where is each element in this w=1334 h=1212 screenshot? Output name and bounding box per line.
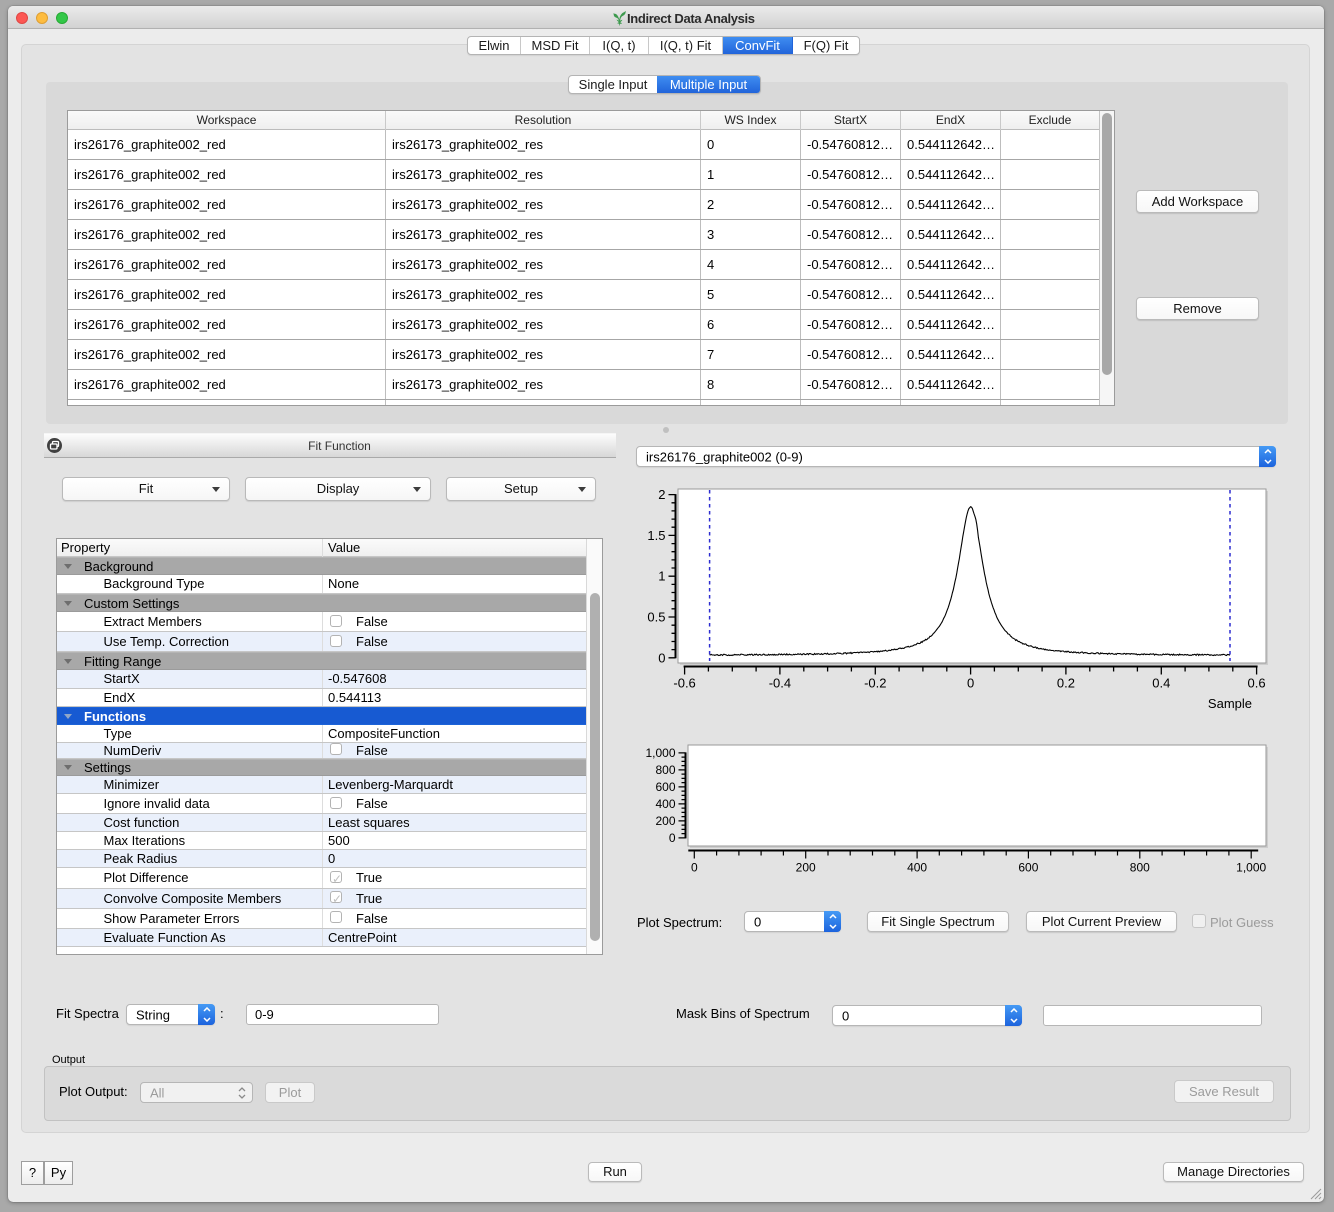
svg-text:0.2: 0.2 [1057,676,1075,691]
svg-text:600: 600 [655,780,675,794]
svg-text:0: 0 [691,861,698,875]
svg-text:1.5: 1.5 [647,528,665,543]
svg-text:200: 200 [655,814,675,828]
svg-text:0: 0 [967,676,974,691]
svg-text:200: 200 [796,861,816,875]
svg-text:-0.6: -0.6 [673,676,695,691]
svg-text:800: 800 [655,763,675,777]
svg-text:0.6: 0.6 [1248,676,1266,691]
svg-text:0: 0 [658,650,665,665]
svg-text:0: 0 [669,831,676,845]
svg-text:-0.2: -0.2 [864,676,886,691]
svg-text:1: 1 [658,569,665,584]
svg-text:800: 800 [1130,861,1150,875]
svg-text:-0.4: -0.4 [769,676,791,691]
svg-text:600: 600 [1018,861,1038,875]
svg-text:0.4: 0.4 [1152,676,1170,691]
svg-text:1,000: 1,000 [1236,861,1266,875]
svg-text:1,000: 1,000 [645,746,675,760]
svg-text:0.5: 0.5 [647,610,665,625]
svg-text:2: 2 [658,487,665,502]
svg-text:Sample: Sample [1208,696,1252,711]
svg-text:400: 400 [655,797,675,811]
svg-text:400: 400 [907,861,927,875]
